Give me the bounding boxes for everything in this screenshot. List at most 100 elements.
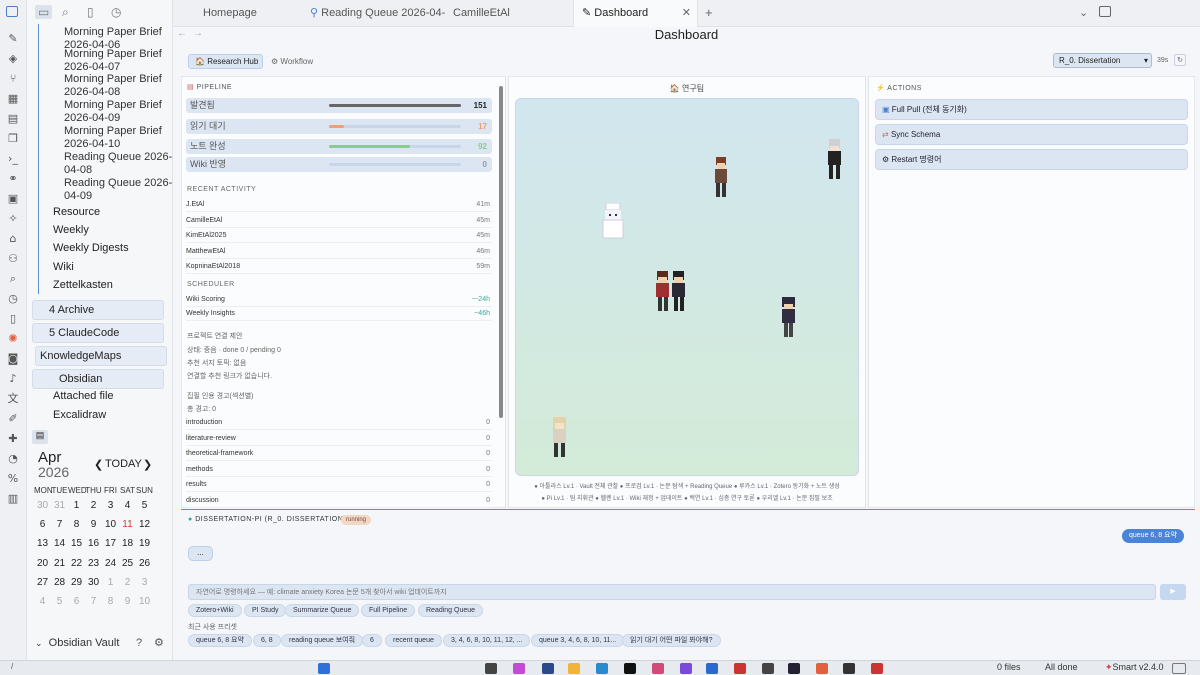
calendar-day[interactable]: 2	[119, 577, 136, 588]
calendar-day[interactable]: 21	[51, 558, 68, 569]
table-icon[interactable]: ▥	[6, 492, 20, 506]
obsidian-app-icon[interactable]	[680, 663, 692, 674]
calendar-day[interactable]: 26	[136, 558, 153, 569]
sync-schema-button[interactable]: ⇄ Sync Schema	[875, 124, 1188, 145]
calendar-day[interactable]: 30	[34, 500, 51, 511]
image-icon[interactable]: ▣	[6, 192, 20, 206]
folder-claudecode[interactable]: 5 ClaudeCode	[32, 323, 164, 343]
recent-preset-chip[interactable]: recent queue	[385, 634, 442, 647]
taskview-icon[interactable]	[485, 663, 497, 674]
project-select[interactable]: R_0. Dissertation ▾	[1053, 53, 1152, 68]
gauge-icon[interactable]: ◔	[6, 452, 20, 466]
calendar-day[interactable]: 8	[102, 596, 119, 607]
activity-row[interactable]: KimEtAl2025 45m	[186, 228, 492, 243]
calendar-day[interactable]: 3	[136, 577, 153, 588]
help-icon[interactable]: ?	[136, 637, 142, 649]
translate-icon[interactable]: 文	[6, 392, 20, 406]
calendar-day[interactable]: 19	[136, 538, 153, 549]
console-icon[interactable]	[843, 663, 855, 674]
file-item[interactable]: Morning Paper Brief 2026-04-07	[64, 48, 172, 74]
link-icon[interactable]: ⚭	[6, 172, 20, 186]
search-doc-icon[interactable]: ⌕	[6, 272, 20, 286]
calendar-day[interactable]: 12	[136, 519, 153, 530]
folder-obsidian[interactable]: Obsidian	[32, 369, 164, 389]
calendar-day[interactable]: 1	[68, 500, 85, 511]
calendar-day[interactable]: 28	[51, 577, 68, 588]
start-icon[interactable]	[318, 663, 330, 674]
terminal-icon[interactable]: ›_	[6, 152, 20, 166]
activity-row[interactable]: CamilleEtAl 45m	[186, 213, 492, 228]
file-icon[interactable]: ▯	[6, 312, 20, 326]
new-tab-icon[interactable]: +	[705, 5, 713, 20]
bookmark-icon[interactable]: ▯	[87, 5, 94, 19]
character-chef[interactable]	[600, 203, 626, 243]
folder-item[interactable]: Weekly	[53, 224, 89, 236]
activity-row[interactable]: KopninaEtAl2018 59m	[186, 259, 492, 274]
section-row[interactable]: introduction 0	[186, 415, 492, 430]
folder-item[interactable]: Wiki	[53, 261, 74, 273]
file-item[interactable]: Morning Paper Brief 2026-04-09	[64, 99, 172, 125]
pipeline-stat[interactable]: 노트 완성 92	[186, 139, 492, 154]
zotero2-icon[interactable]	[871, 663, 883, 674]
recent-preset-chip[interactable]: 6	[362, 634, 382, 647]
quick-action-chip[interactable]: PI Study	[244, 604, 287, 617]
tab-list-icon[interactable]: ⌄	[1079, 6, 1088, 19]
vault-switcher[interactable]: ⌄ Obsidian Vault	[35, 637, 119, 649]
activity-row[interactable]: J.EtAl 41m	[186, 197, 492, 212]
calendar-icon[interactable]: ▤	[6, 112, 20, 126]
edge-icon[interactable]	[596, 663, 608, 674]
search-icon[interactable]: ⌕	[62, 5, 69, 20]
outlook-icon[interactable]	[706, 663, 718, 674]
calendar-day[interactable]: 10	[102, 519, 119, 530]
right-sidebar-icon[interactable]	[1099, 6, 1111, 17]
command-input[interactable]	[188, 584, 1156, 600]
camera-icon[interactable]: ◙	[6, 352, 20, 366]
character-silver[interactable]	[825, 139, 845, 181]
pipeline-stat[interactable]: Wiki 반영 0	[186, 157, 492, 172]
recent-preset-chip[interactable]: queue 3, 4, 6, 8, 10, 11...	[531, 634, 625, 647]
scheduler-row[interactable]: Wiki Scoring ~-24h	[186, 292, 492, 307]
layers-icon[interactable]: ◈	[6, 52, 20, 66]
home-icon[interactable]: ⌂	[6, 232, 20, 246]
claude-icon[interactable]: ✺	[6, 332, 20, 346]
folder-item[interactable]: Attached file	[53, 390, 114, 402]
calendar-day[interactable]: 5	[51, 596, 68, 607]
calendar-day[interactable]: 30	[85, 577, 102, 588]
file-item[interactable]: Morning Paper Brief 2026-04-08	[64, 73, 172, 99]
file-item[interactable]: Reading Queue 2026-04-08	[64, 151, 172, 177]
calendar-day[interactable]: 7	[85, 596, 102, 607]
research-hub-button[interactable]: 🏠 Research Hub	[188, 54, 263, 69]
recent-preset-chip[interactable]: queue 6, 8 요약	[188, 634, 252, 647]
pen-icon[interactable]: ✎	[6, 32, 20, 46]
calendar-day[interactable]: 15	[68, 538, 85, 549]
copilot-icon[interactable]	[513, 663, 525, 674]
calendar-day[interactable]: 8	[68, 519, 85, 530]
cal-next-icon[interactable]: ❯	[143, 458, 152, 471]
recent-preset-chip[interactable]: 3, 4, 6, 8, 10, 11, 12, ...	[443, 634, 531, 647]
calendar-day[interactable]: 1	[102, 577, 119, 588]
tab-camille[interactable]: CamilleEtAl	[445, 0, 573, 27]
quick-action-chip[interactable]: Reading Queue	[418, 604, 484, 617]
section-row[interactable]: discussion 0	[186, 493, 492, 508]
copy-icon[interactable]: ❐	[6, 132, 20, 146]
folder-item[interactable]: Excalidraw	[53, 409, 106, 421]
character-blonde[interactable]	[550, 417, 570, 459]
folder-archive[interactable]: 4 Archive	[32, 300, 164, 320]
calendar-tab-icon[interactable]: ▤	[32, 430, 48, 444]
chat-bubble-icon[interactable]	[1172, 663, 1186, 674]
recent-icon[interactable]: ◷	[111, 5, 121, 19]
calendar-day[interactable]: 6	[68, 596, 85, 607]
send-button[interactable]: ▶	[1160, 584, 1186, 600]
calendar-day[interactable]: 10	[136, 596, 153, 607]
calendar-day[interactable]: 2	[85, 500, 102, 511]
cal-today-button[interactable]: TODAY	[105, 458, 142, 470]
calendar-day[interactable]: 16	[85, 538, 102, 549]
calendar-day[interactable]: 17	[102, 538, 119, 549]
folder-knowledgemaps[interactable]: KnowledgeMaps	[35, 346, 167, 366]
calendar-day[interactable]: 4	[119, 500, 136, 511]
recent-preset-chip[interactable]: 6, 8	[253, 634, 281, 647]
wand-icon[interactable]: ✧	[6, 212, 20, 226]
calendar-day[interactable]: 5	[136, 500, 153, 511]
character-dark[interactable]	[779, 297, 799, 339]
workflow-button[interactable]: ⚙ Workflow	[271, 57, 313, 66]
